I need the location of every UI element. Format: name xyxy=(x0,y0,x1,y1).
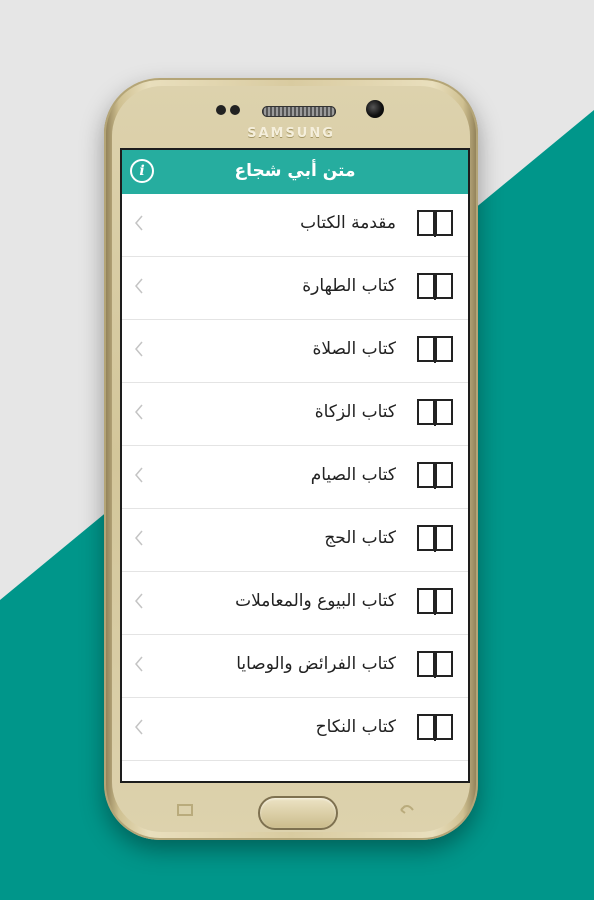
home-button[interactable] xyxy=(258,796,338,830)
list-item[interactable]: كتاب الصلاة xyxy=(122,320,468,383)
brand-logo: SAMSUNG xyxy=(247,126,335,141)
app-screen: i متن أبي شجاع مقدمة الكتاب كتاب الطهارة ك… xyxy=(122,150,468,781)
list-item-label: كتاب النكاح xyxy=(315,717,396,737)
list-item-label: كتاب الصلاة xyxy=(312,339,396,359)
chevron-left-icon xyxy=(135,467,143,483)
back-icon[interactable] xyxy=(398,802,416,818)
list-item[interactable]: كتاب الطهارة xyxy=(122,257,468,320)
chevron-left-icon xyxy=(135,656,143,672)
recent-apps-icon[interactable] xyxy=(176,802,194,818)
list-item[interactable]: كتاب الحج xyxy=(122,509,468,572)
chevron-left-icon xyxy=(135,530,143,546)
open-book-icon xyxy=(417,651,453,678)
open-book-icon xyxy=(417,714,453,741)
list-item[interactable]: كتاب النكاح xyxy=(122,698,468,761)
chapter-list: مقدمة الكتاب كتاب الطهارة كتاب الصلاة كتاب … xyxy=(122,194,468,761)
chevron-left-icon xyxy=(135,593,143,609)
open-book-icon xyxy=(417,462,453,489)
open-book-icon xyxy=(417,210,453,237)
front-camera xyxy=(366,100,384,118)
open-book-icon xyxy=(417,273,453,300)
list-item[interactable]: كتاب البيوع والمعاملات xyxy=(122,572,468,635)
list-item-label: كتاب الفرائض والوصايا xyxy=(236,654,396,674)
open-book-icon xyxy=(417,588,453,615)
earpiece-speaker xyxy=(262,106,336,117)
chevron-left-icon xyxy=(135,215,143,231)
app-bar: i متن أبي شجاع xyxy=(122,150,468,194)
list-item-label: كتاب البيوع والمعاملات xyxy=(235,591,396,611)
list-item[interactable]: كتاب الصيام xyxy=(122,446,468,509)
sensor-dot xyxy=(216,105,226,115)
open-book-icon xyxy=(417,525,453,552)
phone-frame: SAMSUNG i متن أبي شجاع مقدمة الكتاب كتاب … xyxy=(104,78,478,840)
list-item[interactable]: مقدمة الكتاب xyxy=(122,194,468,257)
open-book-icon xyxy=(417,336,453,363)
list-item-label: كتاب الصيام xyxy=(310,465,396,485)
list-item-label: كتاب الزكاة xyxy=(314,402,396,422)
list-item-label: كتاب الطهارة xyxy=(302,276,396,296)
list-item[interactable]: كتاب الزكاة xyxy=(122,383,468,446)
chevron-left-icon xyxy=(135,404,143,420)
open-book-icon xyxy=(417,399,453,426)
list-item-label: كتاب الحج xyxy=(324,528,396,548)
chevron-left-icon xyxy=(135,278,143,294)
page-title: متن أبي شجاع xyxy=(234,161,356,181)
list-item[interactable]: كتاب الفرائض والوصايا xyxy=(122,635,468,698)
chevron-left-icon xyxy=(135,341,143,357)
list-item-label: مقدمة الكتاب xyxy=(300,213,396,233)
chevron-left-icon xyxy=(135,719,143,735)
phone-bezel: SAMSUNG i متن أبي شجاع مقدمة الكتاب كتاب … xyxy=(112,86,470,832)
sensor-dot xyxy=(230,105,240,115)
